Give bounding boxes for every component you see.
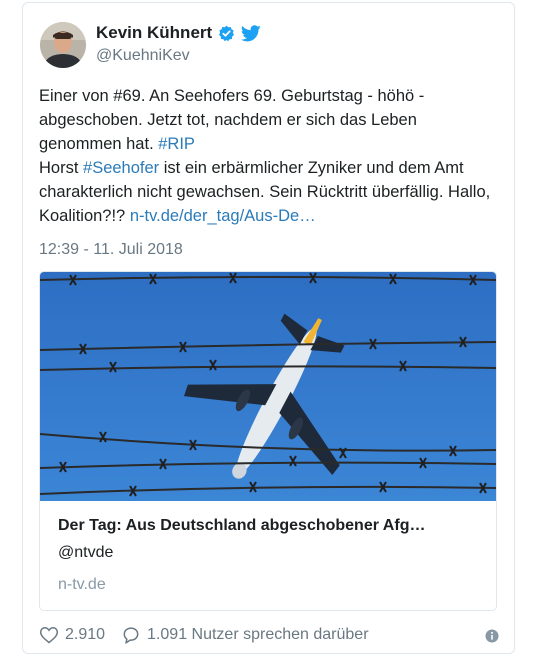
tweet-embed: Kevin Kühnert @KuehniKev Einer von #69. …	[22, 2, 515, 654]
card-domain: n-tv.de	[58, 576, 106, 593]
link-card[interactable]: Der Tag: Aus Deutschland abgeschobener A…	[39, 271, 497, 611]
twitter-bird-icon[interactable]	[241, 24, 261, 42]
tweet-actions: 2.910 1.091 Nutzer sprechen darüber	[39, 623, 499, 647]
tweet-text: Einer von #69. An Seehofers 69. Geburtst…	[39, 84, 499, 228]
author-name[interactable]: Kevin Kühnert	[96, 23, 212, 43]
article-link[interactable]: n-tv.de/der_tag/Aus-De…	[130, 207, 316, 225]
card-handle[interactable]: @ntvde	[58, 544, 113, 562]
author-handle[interactable]: @KuehniKev	[96, 47, 190, 65]
comment-icon[interactable]	[121, 625, 141, 645]
tweet-text-line1: Einer von #69. An Seehofers 69. Geburtst…	[39, 87, 425, 153]
like-count[interactable]: 2.910	[65, 626, 105, 644]
author-name-row[interactable]: Kevin Kühnert	[96, 23, 261, 43]
tweet-text-line2-prefix: Horst	[39, 159, 79, 177]
card-title[interactable]: Der Tag: Aus Deutschland abgeschobener A…	[58, 517, 425, 535]
avatar[interactable]	[40, 22, 86, 68]
hashtag-seehofer-link[interactable]: #Seehofer	[83, 159, 159, 177]
comments-label[interactable]: 1.091 Nutzer sprechen darüber	[147, 626, 368, 644]
heart-icon[interactable]	[39, 625, 59, 645]
hashtag-rip-link[interactable]: #RIP	[158, 135, 195, 153]
verified-badge-icon	[218, 25, 235, 42]
tweet-timestamp[interactable]: 12:39 - 11. Juli 2018	[39, 241, 183, 259]
card-image-airplane-barbed-wire[interactable]	[40, 272, 496, 501]
info-icon[interactable]	[485, 629, 499, 643]
